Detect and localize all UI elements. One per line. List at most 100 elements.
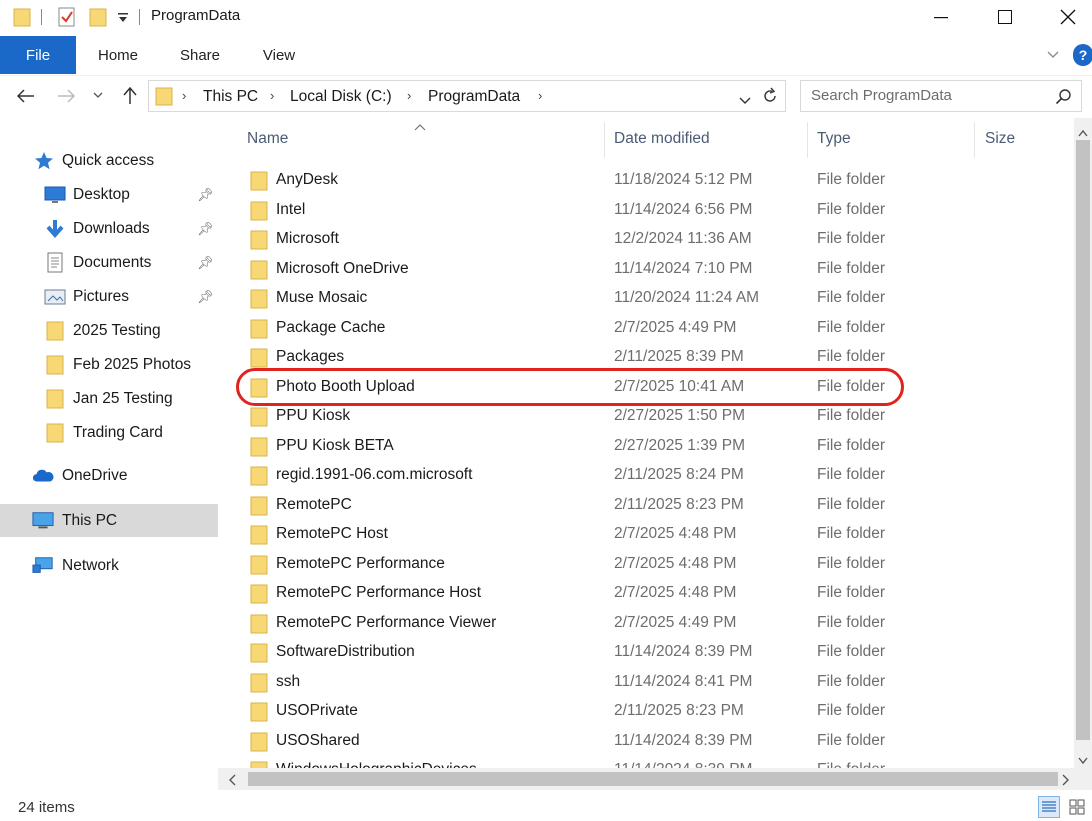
file-row[interactable]: ssh 11/14/2024 8:41 PM File folder xyxy=(218,668,1074,698)
nav-network[interactable]: Network xyxy=(0,549,218,582)
address-dropdown-button[interactable] xyxy=(739,92,751,109)
minimize-button[interactable] xyxy=(909,0,973,34)
search-input[interactable] xyxy=(811,87,1041,104)
nav-item-feb-2025-photos[interactable]: Feb 2025 Photos xyxy=(0,348,218,381)
file-row[interactable]: RemotePC 2/11/2025 8:23 PM File folder xyxy=(218,491,1074,521)
address-bar[interactable]: › This PC › Local Disk (C:) › ProgramDat… xyxy=(148,80,786,112)
help-icon[interactable]: ? xyxy=(1073,44,1092,66)
folder-icon xyxy=(44,320,66,342)
file-row[interactable]: Muse Mosaic 11/20/2024 11:24 AM File folde… xyxy=(218,284,1074,314)
properties-icon[interactable] xyxy=(56,6,78,28)
file-row[interactable]: WindowsHolographicDevices 11/14/2024 8:39… xyxy=(218,756,1074,768)
nav-quick-access[interactable]: Quick access xyxy=(0,144,218,177)
scroll-right-icon[interactable] xyxy=(1062,773,1070,790)
file-type: File folder xyxy=(817,230,886,247)
file-row[interactable]: Microsoft OneDrive 11/14/2024 7:10 PM File… xyxy=(218,255,1074,285)
file-row[interactable]: PPU Kiosk BETA 2/27/2025 1:39 PM File fold… xyxy=(218,432,1074,462)
chevron-right-icon[interactable]: › xyxy=(270,88,274,103)
tab-share[interactable]: Share xyxy=(166,36,234,74)
nav-item-documents[interactable]: Documents 📌︎ xyxy=(0,246,218,279)
details-view-button[interactable] xyxy=(1038,796,1060,818)
nav-item-desktop[interactable]: Desktop 📌︎ xyxy=(0,178,218,211)
file-type: File folder xyxy=(817,672,886,690)
breadcrumb-local-disk[interactable]: Local Disk (C:) xyxy=(290,88,392,106)
chevron-down-icon xyxy=(93,92,103,98)
column-header-name[interactable]: Name xyxy=(247,118,602,160)
file-row[interactable]: SoftwareDistribution 11/14/2024 8:39 PM Fi… xyxy=(218,638,1074,668)
file-date-modified: 2/7/2025 4:48 PM xyxy=(614,554,737,572)
close-button[interactable] xyxy=(1036,0,1092,34)
nav-item-downloads[interactable]: Downloads 📌︎ xyxy=(0,212,218,245)
file-row[interactable]: RemotePC Host 2/7/2025 4:48 PM File folder xyxy=(218,520,1074,550)
nav-item-pictures[interactable]: Pictures 📌︎ xyxy=(0,280,218,313)
file-row[interactable]: Microsoft 12/2/2024 11:36 AM File folder xyxy=(218,225,1074,255)
scroll-up-icon[interactable] xyxy=(1078,124,1088,141)
file-row[interactable]: Package Cache 2/7/2025 4:49 PM File folder xyxy=(218,314,1074,344)
expand-ribbon-button[interactable] xyxy=(1044,46,1062,64)
file-name: AnyDesk xyxy=(276,171,339,188)
maximize-button[interactable] xyxy=(973,0,1037,34)
file-row[interactable]: RemotePC Performance Viewer 2/7/2025 4:49… xyxy=(218,609,1074,639)
maximize-icon xyxy=(998,10,1012,24)
file-row[interactable]: RemotePC Performance Host 2/7/2025 4:48 P… xyxy=(218,579,1074,609)
vertical-scrollbar[interactable] xyxy=(1074,118,1092,768)
column-divider[interactable] xyxy=(604,122,605,158)
tab-view[interactable]: View xyxy=(246,36,312,74)
scrollbar-thumb[interactable] xyxy=(248,772,1058,786)
file-row[interactable]: USOPrivate 2/11/2025 8:23 PM File folder xyxy=(218,697,1074,727)
close-icon xyxy=(1060,9,1076,25)
folder-icon xyxy=(250,614,268,634)
nav-onedrive[interactable]: OneDrive xyxy=(0,459,218,492)
chevron-right-icon[interactable]: › xyxy=(182,88,186,103)
scroll-left-icon[interactable] xyxy=(228,773,236,790)
downloads-icon xyxy=(44,218,66,240)
tab-home[interactable]: Home xyxy=(84,36,152,74)
file-name: Muse Mosaic xyxy=(276,289,368,306)
scroll-down-icon[interactable] xyxy=(1078,752,1088,769)
nav-item-jan-25-testing[interactable]: Jan 25 Testing xyxy=(0,382,218,415)
file-row[interactable]: RemotePC Performance 2/7/2025 4:48 PM File… xyxy=(218,550,1074,580)
folder-icon xyxy=(250,555,268,575)
large-icons-view-button[interactable] xyxy=(1066,796,1088,818)
file-name: RemotePC Performance xyxy=(276,554,445,572)
column-divider[interactable] xyxy=(807,122,808,158)
folder-icon xyxy=(250,466,268,486)
search-icon[interactable] xyxy=(1055,88,1073,110)
file-row[interactable]: Intel 11/14/2024 6:56 PM File folder xyxy=(218,196,1074,226)
breadcrumb-programdata[interactable]: ProgramData xyxy=(428,88,520,106)
up-button[interactable] xyxy=(118,84,142,108)
file-date-modified: 2/27/2025 1:50 PM xyxy=(614,407,745,424)
column-header-size[interactable]: Size xyxy=(985,118,1065,160)
recent-locations-button[interactable] xyxy=(90,84,106,108)
file-row[interactable]: AnyDesk 11/18/2024 5:12 PM File folder xyxy=(218,166,1074,196)
pin-icon: 📌︎ xyxy=(197,220,214,236)
scrollbar-thumb[interactable] xyxy=(1076,140,1090,740)
window-title: ProgramData xyxy=(151,7,241,24)
nav-label: Network xyxy=(62,556,119,574)
customize-quick-access-icon[interactable] xyxy=(116,8,130,30)
nav-item-trading-card[interactable]: Trading Card xyxy=(0,416,218,449)
refresh-button[interactable] xyxy=(761,87,779,109)
tab-file[interactable]: File xyxy=(0,36,76,74)
search-box[interactable] xyxy=(800,80,1082,112)
file-row[interactable]: Packages 2/11/2025 8:39 PM File folder xyxy=(218,343,1074,373)
back-button[interactable] xyxy=(14,84,38,108)
new-folder-icon[interactable] xyxy=(88,6,108,28)
minimize-icon xyxy=(934,17,948,19)
nav-this-pc[interactable]: This PC xyxy=(0,504,218,537)
breadcrumb-this-pc[interactable]: This PC xyxy=(203,88,258,106)
nav-item-2025-testing[interactable]: 2025 Testing xyxy=(0,314,218,347)
file-row[interactable]: USOShared 11/14/2024 8:39 PM File folder xyxy=(218,727,1074,757)
folder-icon xyxy=(250,378,268,398)
column-divider[interactable] xyxy=(974,122,975,158)
chevron-right-icon[interactable]: › xyxy=(407,88,411,103)
column-header-type[interactable]: Type xyxy=(817,118,967,160)
file-row[interactable]: Photo Booth Upload 2/7/2025 10:41 AM File … xyxy=(218,373,1074,403)
file-list: Name Date modified Type Size AnyDesk 11/1… xyxy=(218,118,1074,768)
column-header-date[interactable]: Date modified xyxy=(614,118,804,160)
file-row[interactable]: PPU Kiosk 2/27/2025 1:50 PM File folder xyxy=(218,402,1074,432)
file-row[interactable]: regid.1991-06.com.microsoft 2/11/2025 8:2… xyxy=(218,461,1074,491)
horizontal-scrollbar[interactable] xyxy=(218,768,1092,790)
chevron-right-icon[interactable]: › xyxy=(538,88,542,103)
forward-button[interactable] xyxy=(54,84,78,108)
